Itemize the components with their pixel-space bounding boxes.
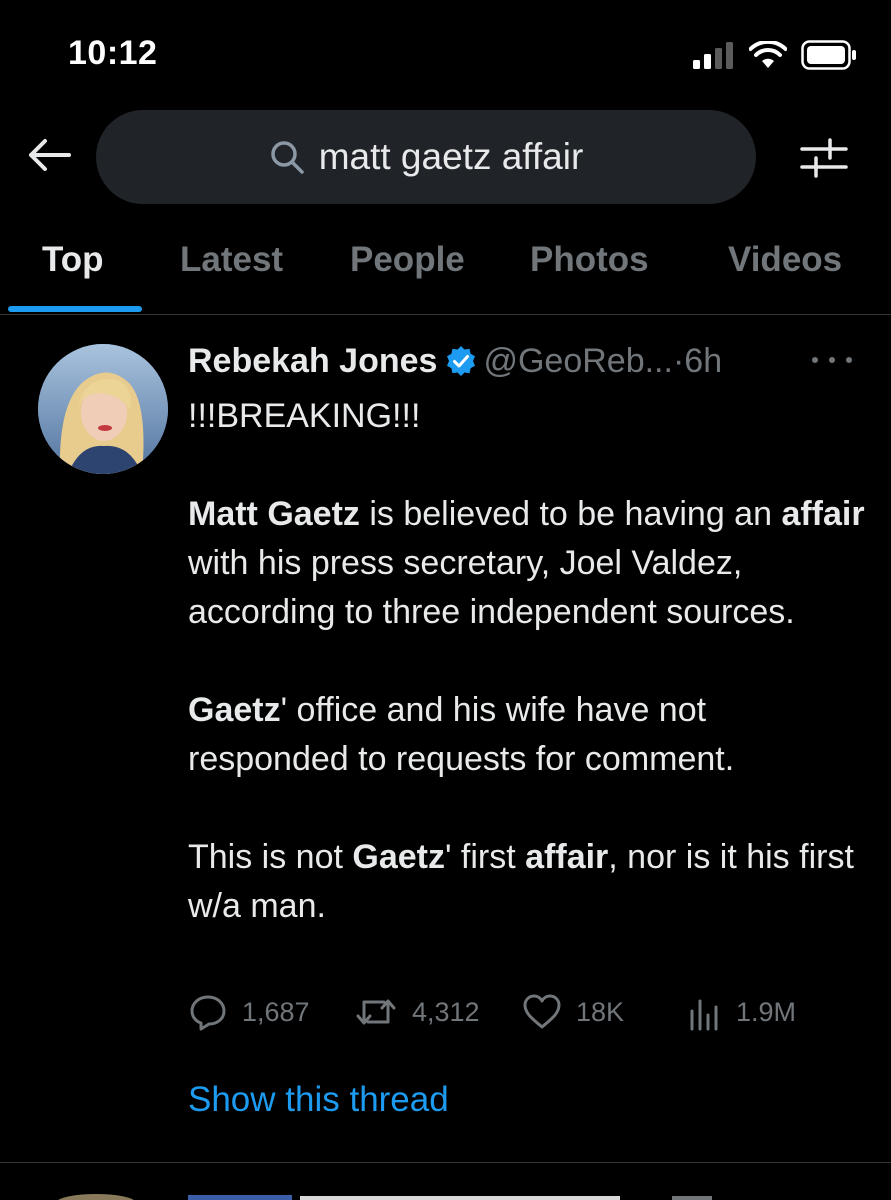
retweet-icon bbox=[356, 999, 396, 1025]
tweet-paragraph-3: This is not Gaetz' first affair, nor is … bbox=[188, 838, 854, 925]
reply-icon bbox=[190, 995, 226, 1031]
views-count: 1.9M bbox=[736, 996, 797, 1027]
next-tweet-peek bbox=[0, 1188, 891, 1200]
author-name[interactable]: Rebekah Jones bbox=[188, 342, 437, 381]
like-button[interactable]: 18K bbox=[522, 990, 624, 1034]
active-tab-indicator bbox=[8, 306, 142, 312]
views-button[interactable]: 1.9M bbox=[688, 990, 796, 1034]
search-tabs: Top Latest People Photos Videos bbox=[0, 232, 891, 315]
tab-people[interactable]: People bbox=[350, 240, 465, 280]
tweet-actions: 1,687 4,312 18K 1.9M bbox=[188, 990, 828, 1034]
wifi-icon bbox=[749, 41, 787, 68]
search-filter-button[interactable] bbox=[796, 130, 852, 186]
tweet-age[interactable]: 6h bbox=[684, 342, 722, 381]
battery-icon bbox=[801, 40, 856, 70]
back-button[interactable] bbox=[26, 132, 72, 178]
search-query: matt gaetz affair bbox=[318, 136, 584, 177]
separator: · bbox=[672, 341, 685, 380]
tab-top[interactable]: Top bbox=[42, 240, 104, 280]
tweet-divider bbox=[0, 1162, 891, 1163]
signal-icon bbox=[693, 42, 733, 69]
status-time: 10:12 bbox=[68, 34, 158, 72]
like-icon bbox=[523, 994, 561, 1029]
tweet-paragraph-2: Gaetz' office and his wife have not resp… bbox=[188, 691, 735, 778]
more-icon bbox=[812, 357, 818, 363]
tab-videos[interactable]: Videos bbox=[728, 240, 842, 280]
tweet-paragraph-1: Matt Gaetz is believed to be having an a… bbox=[188, 495, 865, 631]
retweet-count: 4,312 bbox=[412, 996, 480, 1027]
search-input[interactable]: matt gaetz affair bbox=[96, 110, 756, 204]
retweet-button[interactable]: 4,312 bbox=[354, 990, 480, 1034]
tab-photos[interactable]: Photos bbox=[530, 240, 649, 280]
tweet-headline: !!!BREAKING!!! bbox=[188, 397, 421, 435]
tweet-body: !!!BREAKING!!! Matt Gaetz is believed to… bbox=[188, 392, 868, 931]
views-icon bbox=[690, 999, 718, 1031]
reply-count: 1,687 bbox=[242, 996, 310, 1027]
filter-sliders-icon bbox=[800, 138, 848, 178]
reply-button[interactable]: 1,687 bbox=[188, 990, 310, 1034]
status-icons bbox=[693, 40, 857, 70]
search-icon bbox=[270, 141, 304, 174]
author-handle[interactable]: @GeoReb... bbox=[483, 342, 673, 381]
tweet-header: Rebekah Jones @GeoReb... · 6h bbox=[188, 338, 722, 384]
tab-latest[interactable]: Latest bbox=[180, 240, 283, 280]
more-options-button[interactable] bbox=[812, 345, 852, 375]
show-thread-link[interactable]: Show this thread bbox=[188, 1080, 449, 1120]
verified-badge-icon bbox=[445, 345, 477, 377]
back-arrow-icon bbox=[29, 139, 71, 171]
like-count: 18K bbox=[576, 996, 625, 1027]
avatar[interactable] bbox=[38, 344, 168, 474]
